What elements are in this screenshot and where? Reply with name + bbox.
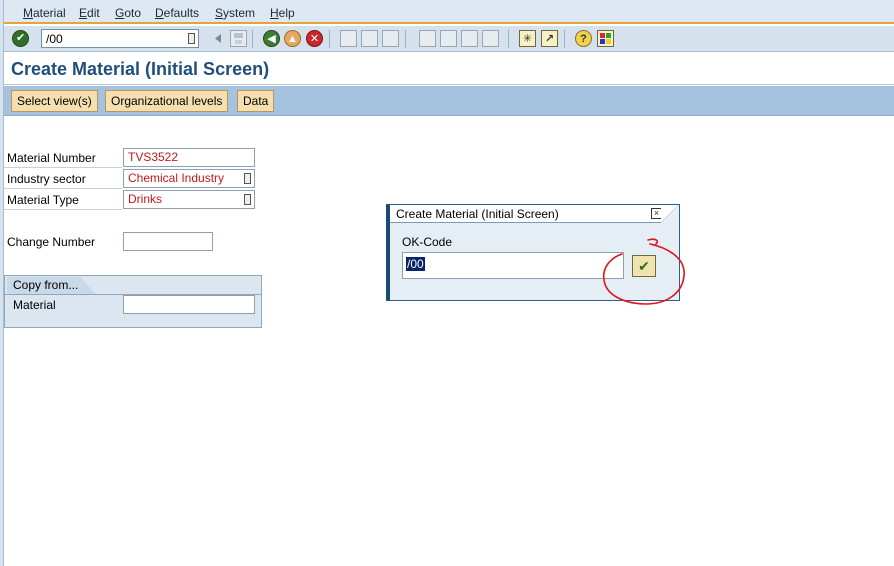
- copy-from-group: Copy from... Material: [4, 275, 262, 328]
- back-arrow-icon[interactable]: [210, 30, 227, 47]
- menu-goto[interactable]: Goto: [115, 6, 141, 20]
- copy-material-field[interactable]: [123, 295, 255, 314]
- title-bar: Create Material (Initial Screen): [4, 53, 894, 85]
- select-views-button[interactable]: Select view(s): [11, 90, 98, 112]
- first-page-icon[interactable]: [419, 30, 436, 47]
- material-number-value: TVS3522: [128, 150, 179, 164]
- data-button[interactable]: Data: [237, 90, 275, 112]
- label-underline: [4, 167, 122, 168]
- help-icon[interactable]: ?: [575, 30, 592, 47]
- toolbar-separator: [564, 30, 565, 48]
- material-number-label: Material Number: [7, 151, 96, 165]
- menu-defaults[interactable]: Defaults: [155, 6, 199, 20]
- industry-sector-value: Chemical Industry: [128, 171, 225, 185]
- last-page-icon[interactable]: [482, 30, 499, 47]
- command-history-icon[interactable]: [188, 33, 195, 44]
- dropdown-icon[interactable]: [244, 173, 251, 184]
- copy-material-label: Material: [13, 298, 56, 312]
- dialog-title: Create Material (Initial Screen): [390, 205, 679, 223]
- material-number-field[interactable]: TVS3522: [123, 148, 255, 167]
- back-icon[interactable]: ◀: [263, 30, 280, 47]
- checkmark-icon: ✔: [638, 258, 650, 274]
- continue-button[interactable]: ✔: [632, 255, 656, 277]
- create-session-icon[interactable]: ✳: [519, 30, 536, 47]
- material-type-field[interactable]: Drinks: [123, 190, 255, 209]
- toolbar-separator: [252, 30, 253, 48]
- toolbar-separator: [508, 30, 509, 48]
- ok-code-value: /00: [406, 257, 425, 271]
- industry-sector-label: Industry sector: [7, 172, 86, 186]
- command-field-value: /00: [46, 32, 63, 46]
- next-page-icon[interactable]: [461, 30, 478, 47]
- find-icon[interactable]: [361, 30, 378, 47]
- enter-icon[interactable]: [12, 30, 29, 47]
- menu-edit[interactable]: Edit: [79, 6, 100, 20]
- material-type-label: Material Type: [7, 193, 79, 207]
- create-shortcut-icon[interactable]: ↗: [541, 30, 558, 47]
- find-next-icon[interactable]: [382, 30, 399, 47]
- label-underline: [4, 188, 122, 189]
- menu-help[interactable]: Help: [270, 6, 295, 20]
- save-icon[interactable]: [230, 30, 247, 47]
- application-toolbar: Select view(s) Organizational levels Dat…: [4, 86, 894, 116]
- ok-code-label: OK-Code: [402, 235, 453, 249]
- customize-layout-icon[interactable]: [597, 30, 614, 47]
- dialog-title-corner: [661, 205, 679, 223]
- organizational-levels-button[interactable]: Organizational levels: [105, 90, 229, 112]
- ok-code-dialog: Create Material (Initial Screen) × OK-Co…: [386, 204, 680, 301]
- change-number-label: Change Number: [7, 235, 96, 249]
- command-field[interactable]: /00: [41, 29, 199, 48]
- toolbar-separator: [329, 30, 330, 48]
- menu-system[interactable]: System: [215, 6, 255, 20]
- menu-bar: Material Edit Goto Defaults System Help: [4, 0, 894, 24]
- label-underline: [4, 209, 122, 210]
- cancel-icon[interactable]: ✕: [306, 30, 323, 47]
- page-title: Create Material (Initial Screen): [11, 59, 270, 79]
- print-icon[interactable]: [340, 30, 357, 47]
- dropdown-icon[interactable]: [244, 194, 251, 205]
- menu-material[interactable]: Material: [23, 6, 66, 20]
- standard-toolbar: /00 ◀ ▲ ✕ ✳ ↗ ?: [4, 26, 894, 52]
- industry-sector-field[interactable]: Chemical Industry: [123, 169, 255, 188]
- toolbar-separator: [405, 30, 406, 48]
- previous-page-icon[interactable]: [440, 30, 457, 47]
- ok-code-field[interactable]: /00: [402, 252, 624, 279]
- copy-from-title: Copy from...: [7, 277, 95, 294]
- change-number-field[interactable]: [123, 232, 213, 251]
- exit-icon[interactable]: ▲: [284, 30, 301, 47]
- material-type-value: Drinks: [128, 192, 163, 206]
